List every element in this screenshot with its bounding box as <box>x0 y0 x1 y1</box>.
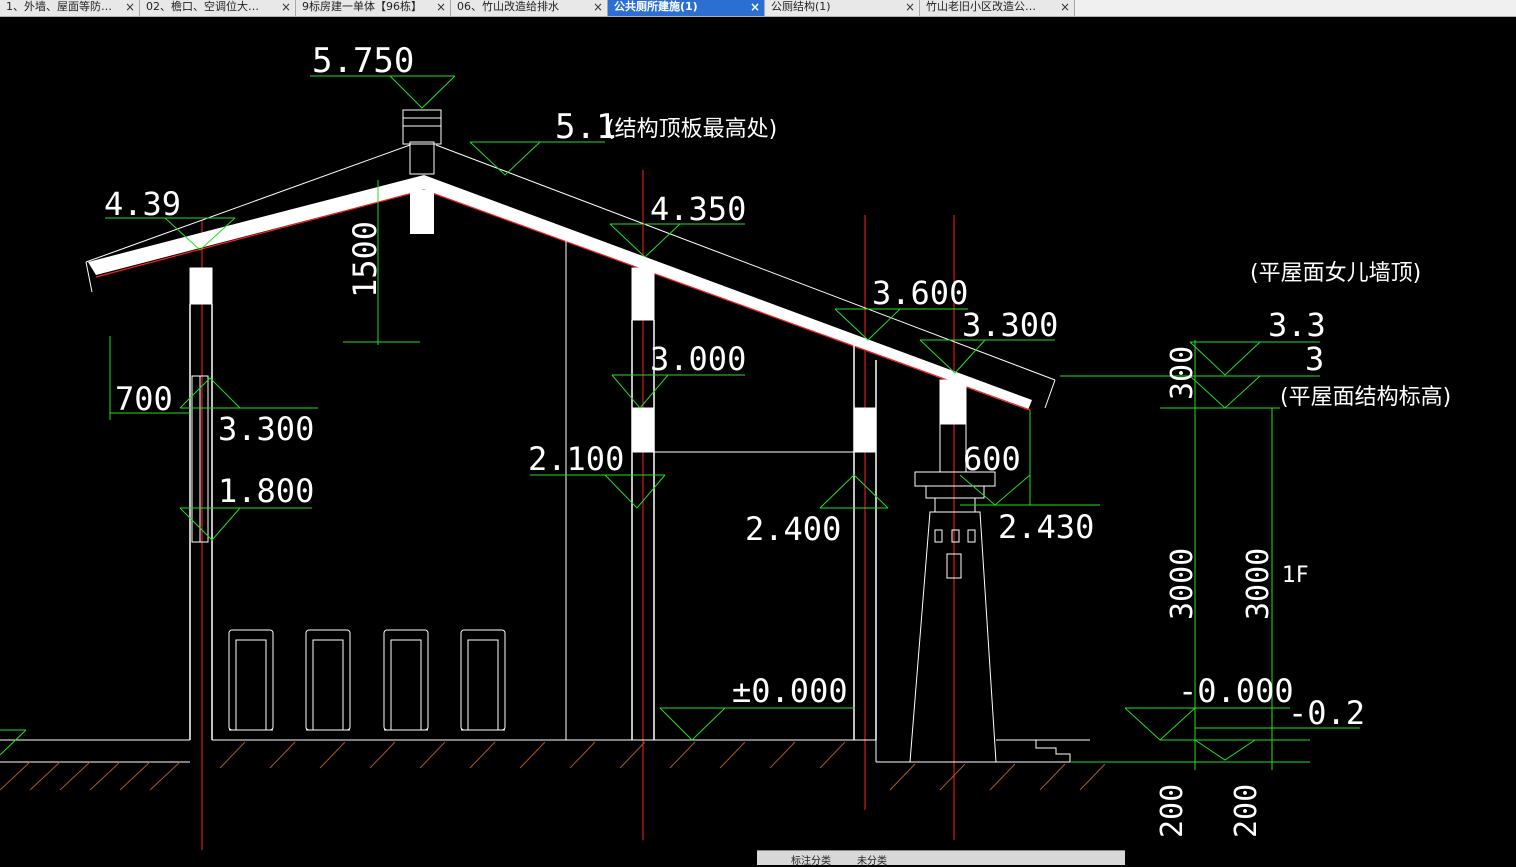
ground-line <box>0 739 1090 763</box>
tab-label: 06、竹山改造给排水 <box>457 0 559 13</box>
note-parapet-top: (平屋面女儿墙顶) <box>1250 261 1421 286</box>
close-icon[interactable]: × <box>750 0 760 14</box>
tab-toilet-structure[interactable]: 公厕结构(1) × <box>765 0 920 16</box>
close-icon[interactable]: × <box>436 0 446 14</box>
document-tab-bar: 1、外墙、屋面等防… × 02、檐口、空调位大… × 9标房建一单体【96栋】 × 0… <box>0 0 1516 17</box>
elevation-3000: 3.000 <box>650 340 746 378</box>
elevation-2100: 2.100 <box>528 440 624 478</box>
entrance-pillar <box>909 471 997 763</box>
elevation-3300-right: 3.300 <box>962 306 1058 344</box>
dimension-3000-b: 3000 <box>1241 548 1276 620</box>
dimension-3000-a: 3000 <box>1165 548 1200 620</box>
dimension-lines <box>0 75 1360 770</box>
urinals <box>228 629 506 731</box>
elevation-minus-0-2: -0.2 <box>1288 694 1365 732</box>
elevation-minus-zero: -0.000 <box>1178 672 1294 710</box>
close-icon[interactable]: × <box>593 0 603 14</box>
close-icon[interactable]: × <box>125 0 135 14</box>
dimension-600: 600 <box>963 440 1021 478</box>
close-icon[interactable]: × <box>281 0 291 14</box>
roof-slab <box>85 109 1056 411</box>
elevation-1800: 1.800 <box>218 472 314 510</box>
tab-public-toilet-arch[interactable]: 公共厕所建施(1) × <box>608 0 765 16</box>
tab-exterior-wall[interactable]: 1、外墙、屋面等防… × <box>0 0 140 16</box>
elevation-2400: 2.400 <box>745 510 841 548</box>
elevation-plus-minus-zero: ±0.000 <box>732 672 848 710</box>
floor-label-1f: 1F <box>1282 563 1309 588</box>
tab-eaves[interactable]: 02、檐口、空调位大… × <box>140 0 296 16</box>
drawing-canvas[interactable]: 5.750 5.1 (结构顶板最高处) 4.39 4.350 1500 3.60… <box>0 16 1516 850</box>
dimension-1500: 1500 <box>346 221 384 298</box>
close-icon[interactable]: × <box>905 0 915 14</box>
elevation-3300-left: 3.300 <box>218 410 314 448</box>
tab-label: 竹山老旧小区改造公… <box>926 0 1036 13</box>
annotation-category-label[interactable]: 标注分类 <box>791 852 831 867</box>
earth-hatch <box>0 741 1106 791</box>
elevation-3-3: 3.3 <box>1268 306 1326 344</box>
elevation-2430: 2.430 <box>998 508 1094 546</box>
uncategorized-dropdown[interactable]: 未分类 <box>857 852 887 867</box>
tab-label: 9标房建一单体【96栋】 <box>302 0 422 13</box>
note-structural-top: (结构顶板最高处) <box>606 117 777 142</box>
note-flat-roof-level: (平屋面结构标高) <box>1280 385 1451 410</box>
elevation-4-39: 4.39 <box>104 185 181 223</box>
tab-drainage[interactable]: 06、竹山改造给排水 × <box>451 0 608 16</box>
dimension-300: 300 <box>1165 346 1200 400</box>
elevation-3600: 3.600 <box>872 274 968 312</box>
dimension-200-a: 200 <box>1155 784 1190 838</box>
tab-building-96[interactable]: 9标房建一单体【96栋】 × <box>296 0 451 16</box>
elevation-3: 3 <box>1305 340 1324 378</box>
dimension-700: 700 <box>115 380 173 418</box>
tab-label: 公共厕所建施(1) <box>614 0 698 13</box>
elevation-4350: 4.350 <box>650 190 746 228</box>
tab-old-community[interactable]: 竹山老旧小区改造公… × <box>920 0 1075 16</box>
tab-label: 1、外墙、屋面等防… <box>6 0 112 13</box>
dimension-200-b: 200 <box>1229 784 1264 838</box>
tab-label: 公厕结构(1) <box>771 0 831 13</box>
tab-label: 02、檐口、空调位大… <box>146 0 259 13</box>
close-icon[interactable]: × <box>1060 0 1070 14</box>
elevation-5750: 5.750 <box>312 41 414 81</box>
annotation-toolbar: 标注分类 未分类 <box>757 850 1125 867</box>
